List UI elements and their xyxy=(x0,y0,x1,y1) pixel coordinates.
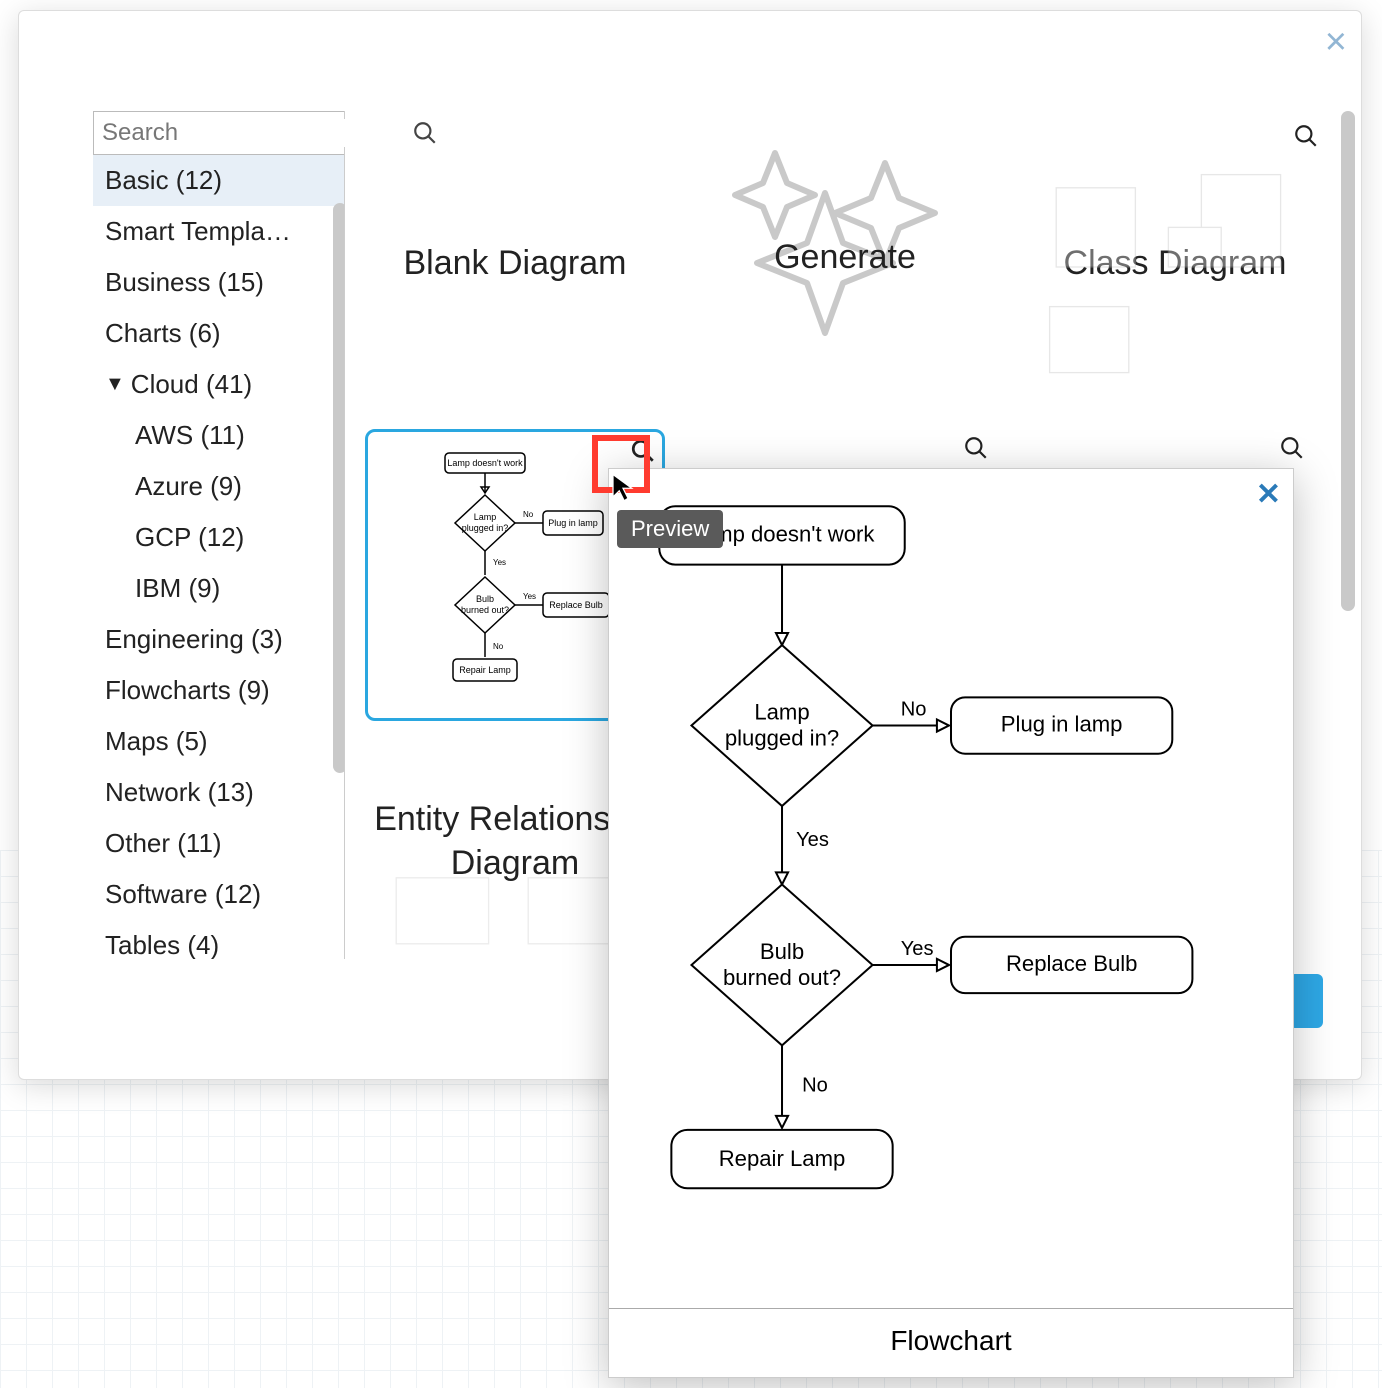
sidebar-item[interactable]: Maps (5) xyxy=(93,716,344,767)
category-list: Basic (12)Smart Templa…Business (15)Char… xyxy=(93,155,344,959)
flowchart-preview: Lamp doesn't work Lamp plugged in? No Pl… xyxy=(609,469,1293,1308)
svg-text:No: No xyxy=(523,510,534,519)
highlight-box xyxy=(592,435,650,493)
svg-text:Replace Bulb: Replace Bulb xyxy=(1006,951,1138,976)
svg-text:Plug in lamp: Plug in lamp xyxy=(548,518,598,528)
primary-action-button[interactable] xyxy=(1289,974,1323,1028)
svg-text:Lamp doesn't work: Lamp doesn't work xyxy=(447,458,523,468)
svg-text:No: No xyxy=(802,1075,828,1097)
svg-text:burned out?: burned out? xyxy=(723,965,841,990)
sidebar-item[interactable]: Azure (9) xyxy=(93,461,344,512)
magnify-icon[interactable] xyxy=(963,435,989,466)
template-card-blank[interactable]: Blank Diagram xyxy=(365,117,665,409)
sidebar-item[interactable]: IBM (9) xyxy=(93,563,344,614)
svg-text:Lamp: Lamp xyxy=(474,512,497,522)
sidebar-item[interactable]: AWS (11) xyxy=(93,410,344,461)
svg-text:burned out?: burned out? xyxy=(461,605,509,615)
svg-text:No: No xyxy=(493,642,504,651)
svg-text:plugged in?: plugged in? xyxy=(725,726,839,751)
sidebar-item[interactable]: Charts (6) xyxy=(93,308,344,359)
caret-down-icon: ▼ xyxy=(105,373,125,396)
sidebar-scrollbar[interactable] xyxy=(333,155,344,959)
dialog-scrollbar[interactable] xyxy=(1341,111,1355,611)
svg-text:No: No xyxy=(901,698,927,720)
class-thumb-icon xyxy=(1043,135,1307,399)
sidebar-item[interactable]: Other (11) xyxy=(93,818,344,869)
sidebar-item[interactable]: Tables (4) xyxy=(93,920,344,959)
search-row xyxy=(93,111,344,155)
template-label: Generate xyxy=(774,235,916,279)
preview-title: Flowchart xyxy=(609,1308,1293,1377)
svg-text:Yes: Yes xyxy=(493,558,506,567)
template-card-generate[interactable]: Generate xyxy=(695,117,995,409)
svg-text:Repair Lamp: Repair Lamp xyxy=(719,1146,846,1171)
svg-text:Yes: Yes xyxy=(901,938,934,960)
category-sidebar: Basic (12)Smart Templa…Business (15)Char… xyxy=(93,111,345,959)
svg-text:Yes: Yes xyxy=(796,829,829,851)
sidebar-item[interactable]: GCP (12) xyxy=(93,512,344,563)
svg-text:Bulb: Bulb xyxy=(760,939,804,964)
sidebar-item[interactable]: Engineering (3) xyxy=(93,614,344,665)
sidebar-item[interactable]: Network (13) xyxy=(93,767,344,818)
magnify-icon[interactable] xyxy=(1279,435,1305,466)
template-label: Blank Diagram xyxy=(404,241,627,285)
preview-tooltip: Preview xyxy=(617,510,723,548)
svg-text:Lamp: Lamp xyxy=(754,700,809,725)
sidebar-item[interactable]: Flowcharts (9) xyxy=(93,665,344,716)
sidebar-item[interactable]: ▼ Cloud (41) xyxy=(93,359,344,410)
sidebar-item[interactable]: Business (15) xyxy=(93,257,344,308)
svg-text:Bulb: Bulb xyxy=(476,594,494,604)
svg-text:Plug in lamp: Plug in lamp xyxy=(1001,712,1123,737)
close-icon[interactable]: × xyxy=(1325,21,1347,64)
preview-popup: ✕ Lamp doesn't work Lamp plugged in? No … xyxy=(608,468,1294,1378)
sidebar-item[interactable]: Basic (12) xyxy=(93,155,344,206)
sidebar-item[interactable]: Software (12) xyxy=(93,869,344,920)
template-card-class[interactable]: Class Diagram xyxy=(1025,117,1325,409)
svg-text:Replace Bulb: Replace Bulb xyxy=(549,600,603,610)
sidebar-item[interactable]: Smart Templa… xyxy=(93,206,344,257)
svg-text:plugged in?: plugged in? xyxy=(462,523,509,533)
svg-text:Yes: Yes xyxy=(523,592,536,601)
svg-text:Repair Lamp: Repair Lamp xyxy=(459,665,511,675)
